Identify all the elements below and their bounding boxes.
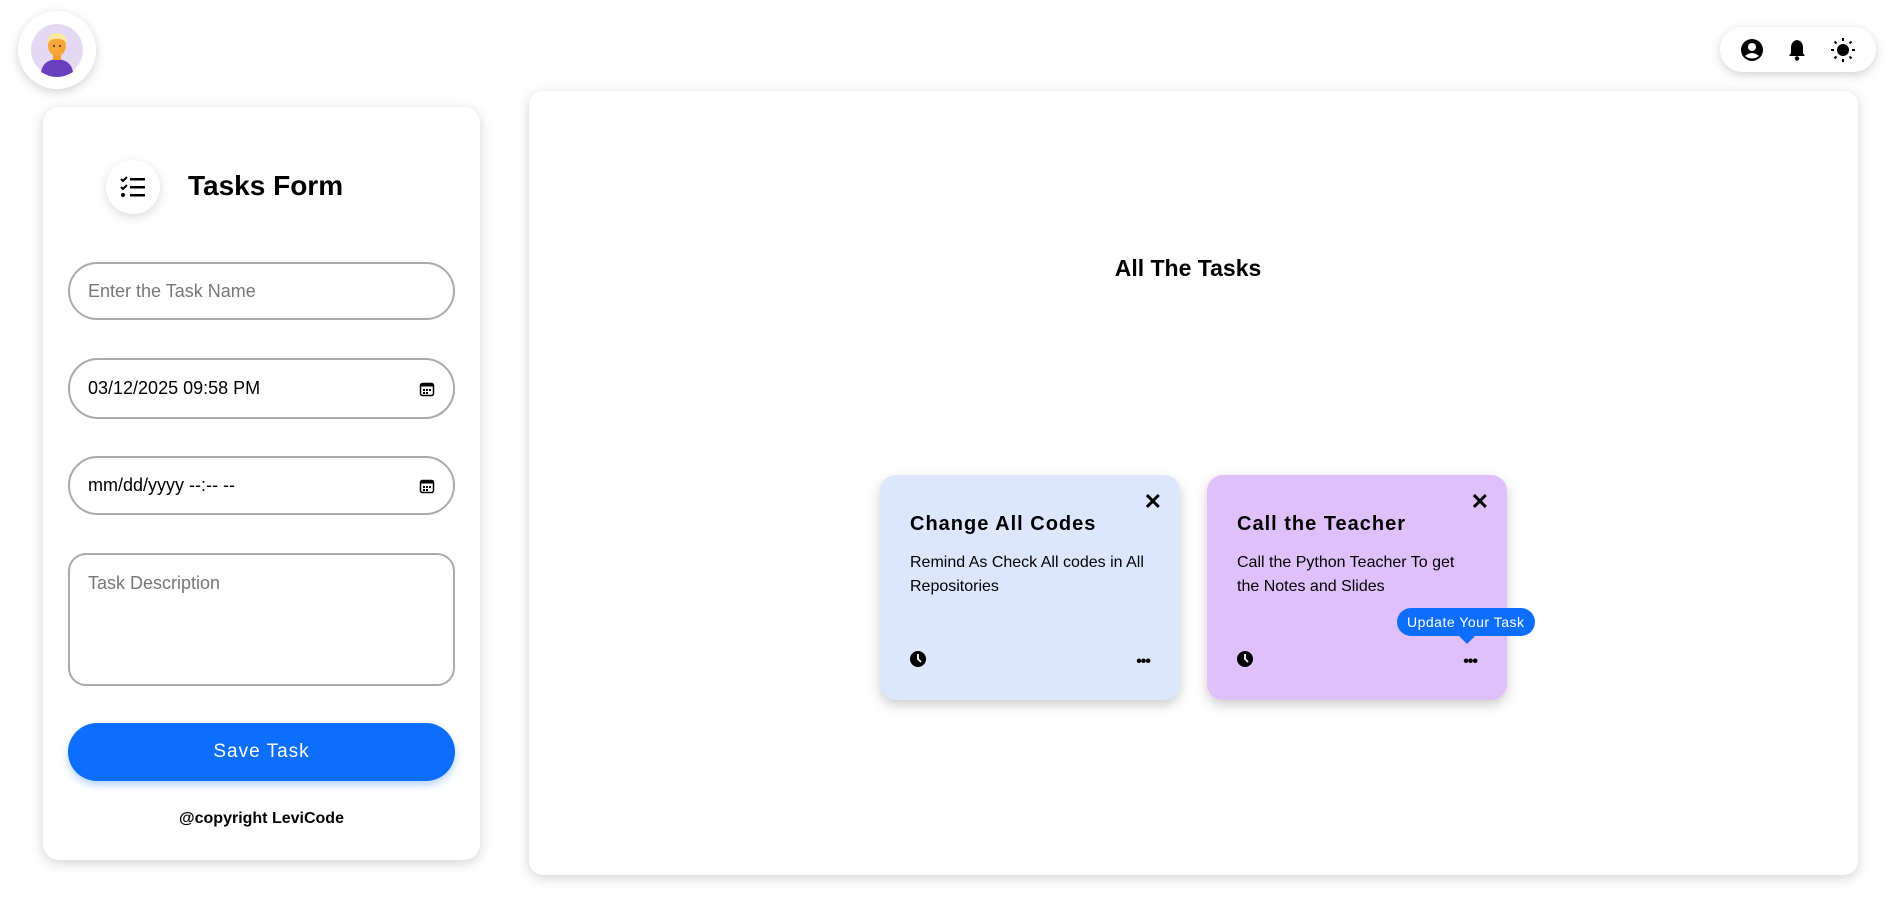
task-name-input[interactable]: Enter the Task Name bbox=[68, 262, 455, 320]
end-datetime-input[interactable]: mm/dd/yyyy --:-- -- bbox=[68, 456, 455, 515]
user-avatar[interactable] bbox=[18, 11, 96, 89]
task-description: Call the Python Teacher To get the Notes… bbox=[1237, 554, 1455, 595]
calendar-icon[interactable] bbox=[419, 478, 435, 494]
avatar-icon bbox=[31, 24, 83, 77]
clock-icon[interactable] bbox=[910, 651, 926, 667]
more-options-icon[interactable]: ••• bbox=[1136, 653, 1151, 671]
delete-task-icon[interactable]: ✕ bbox=[1471, 489, 1489, 515]
bell-icon[interactable] bbox=[1785, 38, 1809, 62]
more-options-icon[interactable]: ••• bbox=[1463, 653, 1478, 671]
task-description-textarea[interactable]: Task Description bbox=[68, 553, 455, 686]
account-icon[interactable] bbox=[1740, 38, 1764, 62]
end-datetime-value: mm/dd/yyyy --:-- -- bbox=[88, 475, 235, 495]
copyright-text: @copyright LeviCode bbox=[179, 810, 344, 827]
task-title: Call the Teacher bbox=[1237, 513, 1407, 535]
calendar-icon[interactable] bbox=[419, 381, 435, 397]
top-toolbar bbox=[1720, 27, 1876, 72]
tasks-panel-title: All The Tasks bbox=[1114, 255, 1262, 281]
description-placeholder: Task Description bbox=[88, 573, 221, 593]
task-title: Change All Codes bbox=[910, 513, 1097, 535]
sun-icon[interactable] bbox=[1830, 37, 1856, 63]
form-title: Tasks Form bbox=[188, 170, 344, 201]
start-datetime-input[interactable]: 03/12/2025 09:58 PM bbox=[68, 358, 455, 419]
task-card: ✕ Call the Teacher Call the Python Teach… bbox=[1207, 475, 1507, 700]
clock-icon[interactable] bbox=[1237, 651, 1253, 667]
task-list-icon bbox=[106, 160, 160, 214]
update-task-tooltip: Update Your Task bbox=[1397, 608, 1535, 644]
start-datetime-value: 03/12/2025 09:58 PM bbox=[88, 378, 261, 398]
tasks-panel bbox=[529, 91, 1858, 875]
task-card: ✕ Change All Codes Remind As Check All c… bbox=[880, 475, 1180, 700]
delete-task-icon[interactable]: ✕ bbox=[1144, 489, 1162, 515]
task-description: Remind As Check All codes in All Reposit… bbox=[910, 554, 1144, 595]
save-task-button[interactable]: Save Task bbox=[68, 723, 455, 781]
task-name-placeholder: Enter the Task Name bbox=[88, 280, 256, 301]
